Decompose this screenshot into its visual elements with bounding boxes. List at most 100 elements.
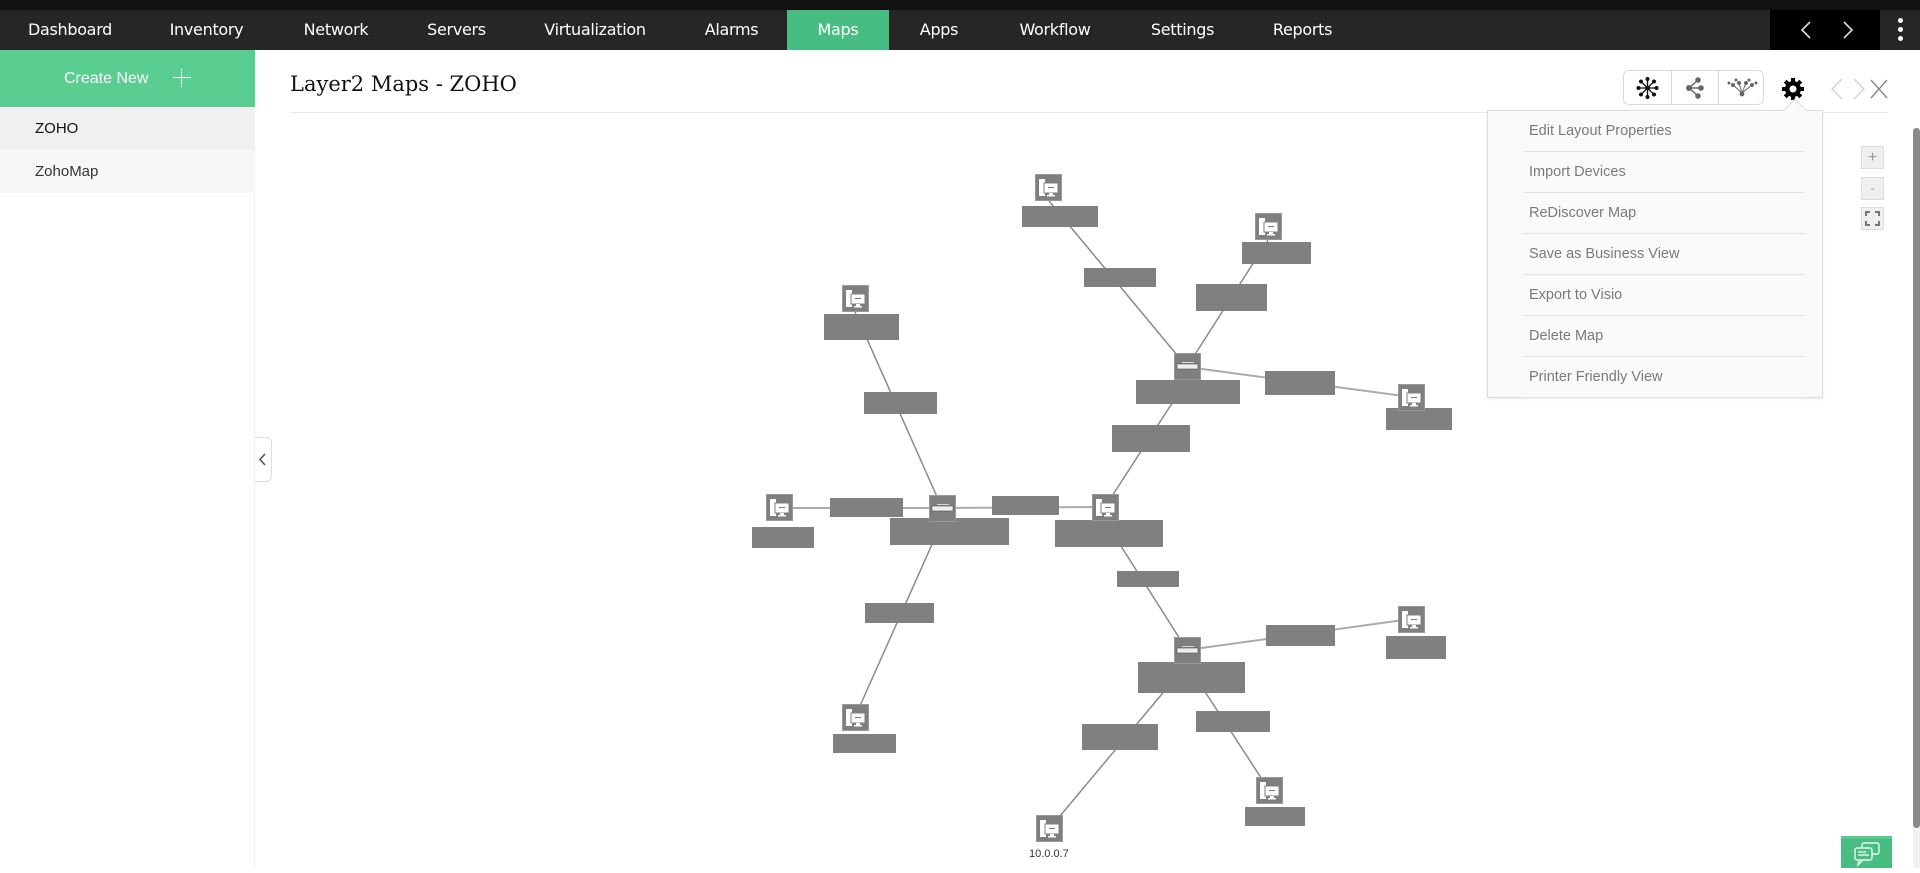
zoom-out-button[interactable]: -	[1861, 177, 1884, 200]
main-nav: Dashboard Inventory Network Servers Virt…	[0, 10, 1920, 50]
menu-import-devices[interactable]: Import Devices	[1523, 152, 1805, 193]
nav-servers[interactable]: Servers	[399, 10, 514, 50]
top-band	[0, 0, 1920, 10]
link-label-redacted	[864, 392, 937, 414]
layout-toggle-group	[1623, 70, 1764, 105]
workstation-icon	[1259, 218, 1279, 236]
workstation-node[interactable]	[1036, 815, 1063, 842]
tree-layout-button[interactable]	[1671, 71, 1718, 104]
menu-export-to-visio[interactable]: Export to Visio	[1523, 275, 1805, 316]
settings-gear-icon[interactable]	[1780, 76, 1806, 102]
nav-maps[interactable]: Maps	[787, 10, 889, 50]
link-label-redacted	[1266, 625, 1335, 646]
workstation-node[interactable]	[1255, 213, 1282, 240]
hierarchy-layout-button[interactable]	[1718, 71, 1765, 104]
menu-edit-layout-properties[interactable]: Edit Layout Properties	[1523, 111, 1805, 152]
device-label-redacted	[1136, 380, 1240, 404]
device-ip-label: 10.0.0.7	[1029, 848, 1069, 860]
link-label-redacted	[1265, 371, 1335, 395]
settings-dropdown-menu: Edit Layout Properties Import Devices Re…	[1487, 110, 1823, 398]
workstation-icon	[1096, 499, 1116, 517]
sidebar-item-zoho[interactable]: ZOHO	[0, 107, 255, 150]
star-layout-button[interactable]	[1624, 71, 1671, 104]
workstation-icon	[1260, 782, 1280, 800]
workstation-node[interactable]	[1398, 384, 1425, 411]
nav-next-icon[interactable]	[1837, 20, 1857, 40]
chat-icon	[1854, 842, 1880, 868]
fit-to-screen-button[interactable]	[1861, 207, 1884, 230]
nav-scroll-arrows	[1770, 10, 1880, 50]
switch-node[interactable]	[1174, 637, 1201, 664]
page-title: Layer2 Maps - ZOHO	[290, 72, 517, 96]
link-label-redacted	[992, 496, 1059, 515]
sidebar-collapse-button[interactable]	[255, 437, 272, 482]
link-label-redacted	[1084, 268, 1156, 287]
sidebar: Create New ZOHO ZohoMap	[0, 50, 255, 868]
workstation-icon	[846, 290, 866, 308]
fullscreen-icon	[1865, 211, 1880, 226]
workstation-icon	[1039, 179, 1059, 197]
star-layout-icon	[1636, 77, 1659, 99]
sidebar-item-zohomap[interactable]: ZohoMap	[0, 150, 255, 193]
create-new-label: Create New	[64, 70, 149, 87]
switch-node[interactable]	[1174, 353, 1201, 380]
scrollbar-thumb[interactable]	[1913, 128, 1920, 828]
device-label-redacted	[1022, 206, 1098, 227]
menu-save-as-business-view[interactable]: Save as Business View	[1523, 234, 1805, 275]
workstation-icon	[1402, 611, 1422, 629]
nav-reports[interactable]: Reports	[1244, 10, 1361, 50]
map-scrollbar[interactable]	[1913, 128, 1920, 868]
nav-workflow[interactable]: Workflow	[989, 10, 1121, 50]
link-label-redacted	[1112, 425, 1190, 452]
nav-apps[interactable]: Apps	[889, 10, 989, 50]
link-label-redacted	[865, 603, 934, 623]
workstation-node[interactable]	[766, 494, 793, 521]
nav-network[interactable]: Network	[273, 10, 399, 50]
device-label-redacted	[1245, 807, 1305, 826]
switch-icon	[931, 504, 954, 512]
chat-button[interactable]	[1841, 836, 1892, 868]
workstation-node[interactable]	[1035, 174, 1062, 201]
tree-layout-icon	[1686, 77, 1704, 99]
device-label-redacted	[1138, 662, 1245, 693]
map-next-icon[interactable]	[1848, 76, 1870, 102]
map-prev-icon[interactable]	[1826, 76, 1848, 102]
dropdown-caret-wrapper	[0, 0, 1807, 122]
nav-alarms[interactable]: Alarms	[676, 10, 787, 50]
link-label-redacted	[1196, 284, 1267, 311]
zoom-in-button[interactable]: +	[1861, 146, 1884, 169]
workstation-node[interactable]	[1398, 606, 1425, 633]
device-label-redacted	[833, 734, 896, 753]
nav-dashboard[interactable]: Dashboard	[0, 10, 140, 50]
workstation-node[interactable]	[1092, 494, 1119, 521]
close-icon[interactable]	[1868, 76, 1890, 102]
link-label-redacted	[830, 498, 903, 517]
workstation-icon	[1402, 389, 1422, 407]
workstation-node[interactable]	[1256, 777, 1283, 804]
chevron-left-icon	[258, 453, 266, 466]
device-label-redacted	[752, 527, 814, 548]
workstation-node[interactable]	[842, 704, 869, 731]
workstation-icon	[846, 709, 866, 727]
nav-virtualization[interactable]: Virtualization	[514, 10, 676, 50]
plus-icon	[173, 69, 191, 87]
switch-icon	[1176, 646, 1199, 654]
menu-printer-friendly-view[interactable]: Printer Friendly View	[1523, 357, 1805, 398]
link-label-redacted	[1196, 711, 1270, 732]
hierarchy-layout-icon	[1727, 78, 1758, 97]
menu-rediscover-map[interactable]: ReDiscover Map	[1523, 193, 1805, 234]
link-label-redacted	[1117, 571, 1179, 587]
device-label-redacted	[1242, 242, 1311, 264]
device-label-redacted	[1386, 636, 1446, 659]
create-new-button[interactable]: Create New	[0, 50, 255, 107]
nav-inventory[interactable]: Inventory	[140, 10, 273, 50]
more-options-icon[interactable]	[1880, 10, 1920, 50]
workstation-icon	[770, 499, 790, 517]
workstation-node[interactable]	[842, 285, 869, 312]
nav-prev-icon[interactable]	[1797, 20, 1817, 40]
device-label-redacted	[1055, 520, 1163, 547]
nav-settings[interactable]: Settings	[1121, 10, 1244, 50]
switch-node[interactable]	[929, 495, 956, 522]
link-label-redacted	[1082, 724, 1158, 750]
menu-delete-map[interactable]: Delete Map	[1523, 316, 1805, 357]
